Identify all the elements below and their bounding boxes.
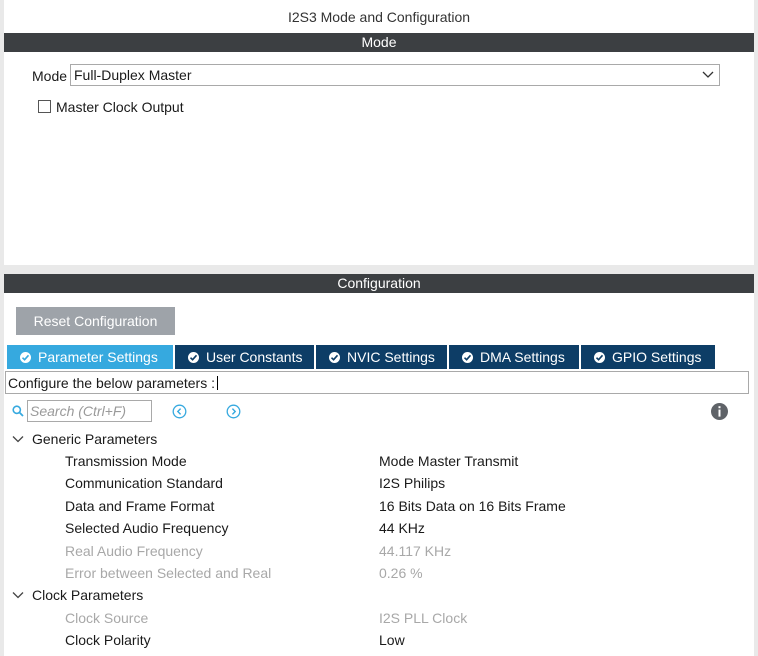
param-name: Real Audio Frequency bbox=[65, 543, 203, 559]
tab-parameter-settings[interactable]: Parameter Settings bbox=[7, 345, 173, 369]
chevron-down-icon[interactable] bbox=[12, 591, 24, 599]
param-value[interactable]: Low bbox=[379, 632, 405, 648]
param-value: 44.117 KHz bbox=[379, 543, 452, 559]
next-icon[interactable] bbox=[226, 404, 241, 419]
parameters-info-field[interactable]: Configure the below parameters : bbox=[5, 371, 749, 394]
checkmark-circle-icon bbox=[20, 352, 31, 363]
tab-gpio-settings[interactable]: GPIO Settings bbox=[581, 345, 715, 369]
checkmark-circle-icon bbox=[594, 352, 605, 363]
tab-label: Parameter Settings bbox=[38, 349, 158, 365]
param-value[interactable]: I2S Philips bbox=[379, 475, 445, 491]
reset-configuration-button[interactable]: Reset Configuration bbox=[16, 307, 175, 335]
param-value: I2S PLL Clock bbox=[379, 610, 468, 626]
mode-section-header: Mode bbox=[4, 33, 754, 52]
param-value[interactable]: 44 KHz bbox=[379, 520, 425, 536]
search-input[interactable]: Search (Ctrl+F) bbox=[27, 400, 152, 422]
param-name: Error between Selected and Real bbox=[65, 565, 272, 581]
param-name[interactable]: Clock Polarity bbox=[65, 632, 151, 648]
group-clock-parameters[interactable]: Clock Parameters bbox=[32, 587, 143, 603]
window-title: I2S3 Mode and Configuration bbox=[4, 0, 754, 33]
info-icon[interactable] bbox=[711, 403, 728, 420]
param-value[interactable]: Mode Master Transmit bbox=[379, 453, 518, 469]
chevron-down-icon[interactable] bbox=[12, 435, 24, 443]
tab-label: NVIC Settings bbox=[347, 349, 435, 365]
master-clock-output-label: Master Clock Output bbox=[56, 99, 184, 115]
param-name[interactable]: Selected Audio Frequency bbox=[65, 520, 228, 536]
tab-user-constants[interactable]: User Constants bbox=[175, 345, 314, 369]
param-name: Clock Source bbox=[65, 610, 149, 626]
group-generic-parameters[interactable]: Generic Parameters bbox=[32, 431, 157, 447]
previous-icon[interactable] bbox=[172, 404, 187, 419]
text-caret bbox=[217, 376, 218, 390]
param-value: 0.26 % bbox=[379, 565, 423, 581]
mode-select[interactable]: Full-Duplex Master bbox=[70, 64, 720, 86]
param-name[interactable]: Communication Standard bbox=[65, 475, 223, 491]
search-icon bbox=[12, 405, 24, 417]
tab-dma-settings[interactable]: DMA Settings bbox=[449, 345, 579, 369]
param-value[interactable]: 16 Bits Data on 16 Bits Frame bbox=[379, 498, 566, 514]
mode-label: Mode bbox=[32, 68, 68, 84]
mode-select-value: Full-Duplex Master bbox=[74, 67, 192, 83]
chevron-down-icon bbox=[702, 71, 714, 78]
checkmark-circle-icon bbox=[329, 352, 340, 363]
tab-label: GPIO Settings bbox=[612, 349, 702, 365]
tab-label: DMA Settings bbox=[480, 349, 565, 365]
tab-nvic-settings[interactable]: NVIC Settings bbox=[316, 345, 447, 369]
checkmark-circle-icon bbox=[462, 352, 473, 363]
tab-label: User Constants bbox=[206, 349, 303, 365]
param-name[interactable]: Transmission Mode bbox=[65, 453, 187, 469]
master-clock-output-checkbox[interactable] bbox=[38, 100, 51, 113]
configuration-section-header: Configuration bbox=[4, 274, 754, 293]
parameters-info-text: Configure the below parameters : bbox=[8, 375, 215, 391]
checkmark-circle-icon bbox=[188, 352, 199, 363]
param-name[interactable]: Data and Frame Format bbox=[65, 498, 214, 514]
